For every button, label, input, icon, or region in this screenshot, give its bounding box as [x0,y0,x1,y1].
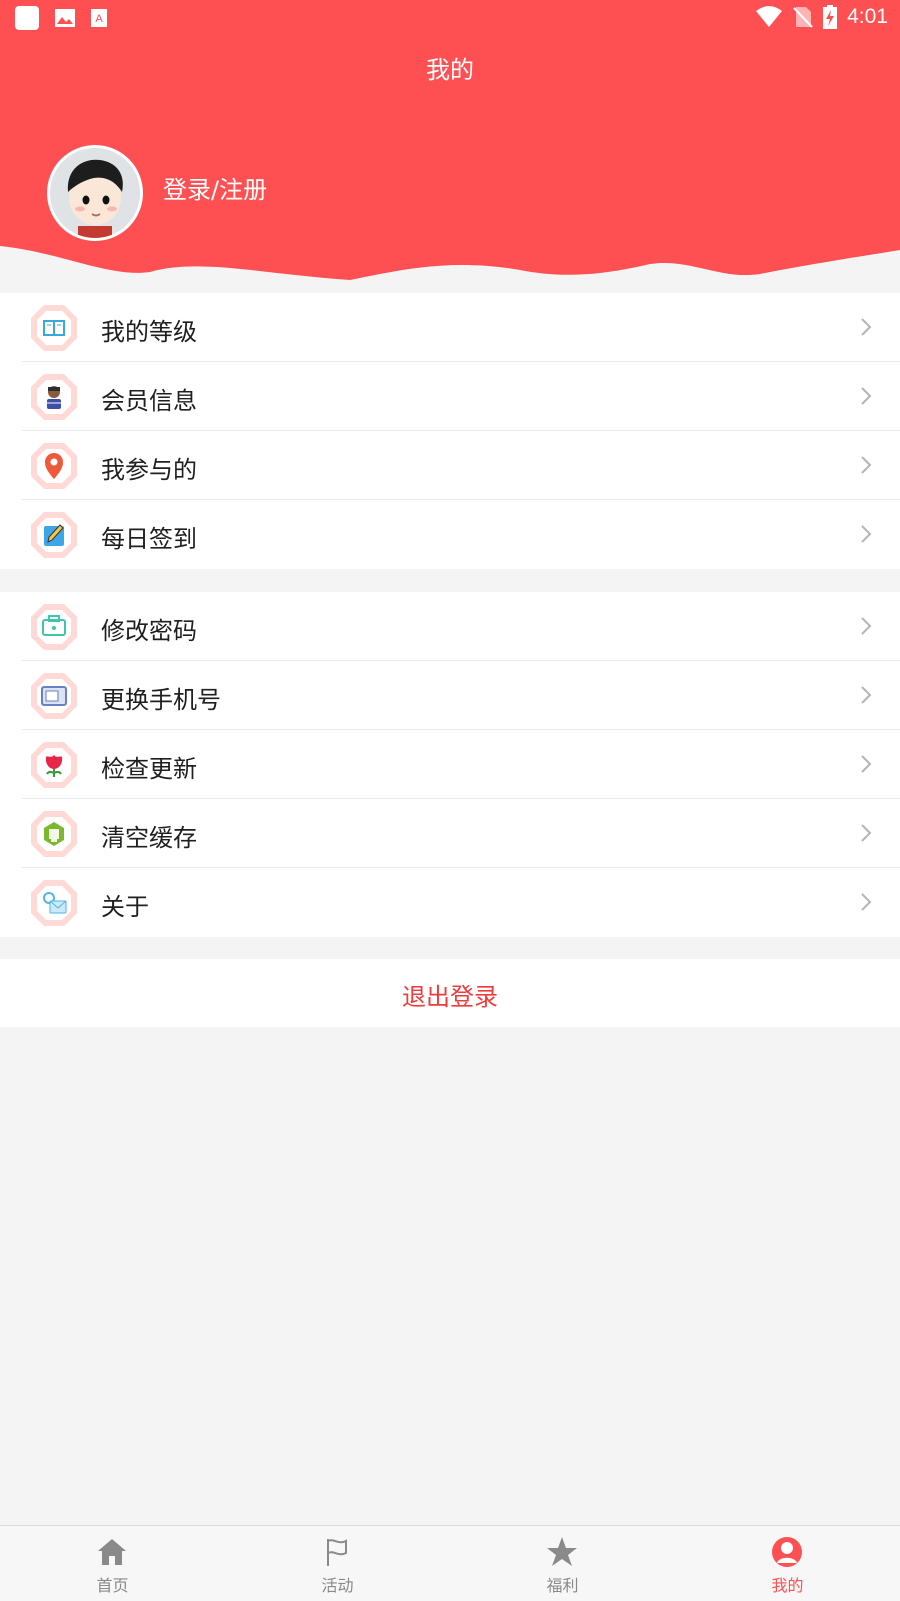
battery-charging-icon [823,5,838,29]
menu-item-label: 我参与的 [101,456,197,484]
menu-item-change-phone[interactable]: 更换手机号 [0,661,900,730]
member-icon [31,374,77,420]
chevron-right-icon [861,387,872,405]
menu-item-label: 每日签到 [101,525,197,553]
menu-item-daily-checkin[interactable]: 每日签到 [0,500,900,569]
avatar[interactable] [47,145,143,241]
tab-mine[interactable]: 我的 [675,1526,900,1601]
tab-home[interactable]: 首页 [0,1526,225,1601]
menu-item-label: 修改密码 [101,617,197,645]
menu-item-level[interactable]: 我的等级 [0,293,900,362]
profile-header: 我的 登录/注册 [0,0,900,300]
svg-text:A: A [95,13,103,25]
chevron-right-icon [861,824,872,842]
level-book-icon [31,305,77,351]
menu-item-label: 会员信息 [101,387,197,415]
notification-app-icon [15,6,39,30]
phone-card-icon [31,673,77,719]
menu-item-about[interactable]: 关于 [0,868,900,937]
clear-cache-icon [31,811,77,857]
menu-item-label: 更换手机号 [101,686,221,714]
checkin-pencil-icon [31,512,77,558]
logout-button[interactable]: 退出登录 [0,959,900,1027]
clock: 4:01 [847,5,888,28]
tab-label: 活动 [321,1576,354,1595]
menu-group-account: 我的等级 会员信息 我参与的 每日签到 [0,293,900,569]
menu-item-label: 检查更新 [101,755,197,783]
menu-item-label: 关于 [101,893,149,921]
tab-label: 福利 [546,1576,579,1595]
chevron-right-icon [861,893,872,911]
password-icon [31,604,77,650]
tab-label: 我的 [771,1576,804,1595]
chevron-right-icon [861,456,872,474]
no-sim-icon [793,7,813,28]
menu-group-settings: 修改密码 更换手机号 检查更新 清空缓存 关于 [0,592,900,937]
header-wave [0,246,900,300]
menu-item-change-password[interactable]: 修改密码 [0,592,900,661]
chevron-right-icon [861,525,872,543]
tab-activity[interactable]: 活动 [225,1526,450,1601]
menu-item-participated[interactable]: 我参与的 [0,431,900,500]
chevron-right-icon [861,686,872,704]
tab-label: 首页 [96,1576,129,1595]
flag-icon [327,1539,347,1566]
status-bar: A 4:01 [0,0,900,36]
tab-welfare[interactable]: 福利 [450,1526,675,1601]
menu-item-check-update[interactable]: 检查更新 [0,730,900,799]
location-pin-icon [31,443,77,489]
update-flower-icon [31,742,77,788]
about-mail-icon [31,880,77,926]
star-icon [547,1537,577,1566]
chevron-right-icon [861,755,872,773]
login-register-link[interactable]: 登录/注册 [163,170,267,205]
chevron-right-icon [861,318,872,336]
chevron-right-icon [861,617,872,635]
bottom-tab-bar: 首页 活动 福利 我的 [0,1525,900,1601]
menu-item-label: 清空缓存 [101,824,197,852]
menu-item-label: 我的等级 [101,318,197,346]
text-notification-icon: A [91,9,107,27]
menu-item-clear-cache[interactable]: 清空缓存 [0,799,900,868]
wifi-icon [756,6,783,27]
logout-label: 退出登录 [402,983,498,1011]
user-icon [772,1537,802,1567]
page-title: 我的 [426,56,474,84]
menu-item-member-info[interactable]: 会员信息 [0,362,900,431]
home-icon [98,1539,126,1565]
image-notification-icon [55,9,75,27]
